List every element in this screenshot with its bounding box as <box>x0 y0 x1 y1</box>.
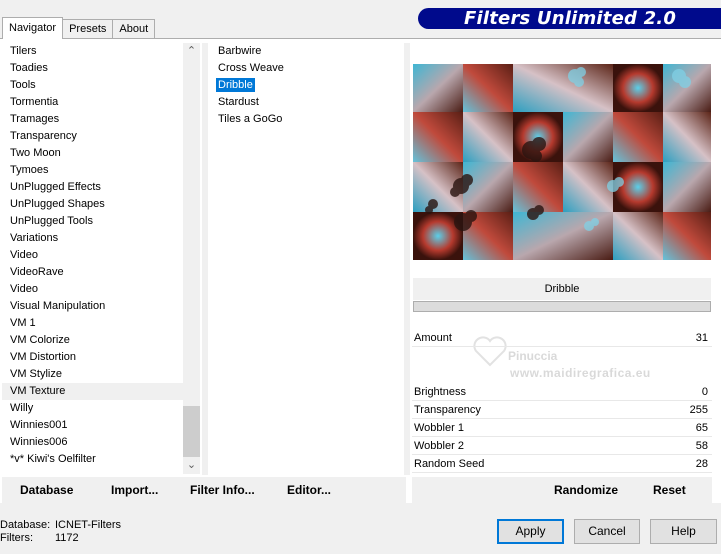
param-amount[interactable]: Amount 31 <box>412 329 712 347</box>
database-label: Database: <box>0 519 51 531</box>
tab-about[interactable]: About <box>112 19 156 39</box>
category-item[interactable]: Winnies006 <box>2 434 184 451</box>
divider <box>202 43 208 475</box>
category-scrollbar[interactable]: ⌃ ⌄ <box>183 43 200 474</box>
category-item[interactable]: *v* Kiwi's Oelfilter <box>2 451 184 468</box>
category-item[interactable]: Tools <box>2 77 184 94</box>
category-item[interactable]: Winnies001 <box>2 417 184 434</box>
filter-name-label: Dribble <box>413 278 711 300</box>
category-item[interactable]: Tormentia <box>2 94 184 111</box>
editor-link[interactable]: Editor... <box>287 483 331 497</box>
title-banner: Filters Unlimited 2.0 <box>418 8 721 29</box>
divider <box>404 43 410 475</box>
filter-list[interactable]: Barbwire Cross Weave Dribble Stardust Ti… <box>210 43 402 475</box>
filter-item[interactable]: Tiles a GoGo <box>210 111 402 128</box>
param-random-seed[interactable]: Random Seed 28 <box>412 455 712 473</box>
param-wobbler-2[interactable]: Wobbler 2 58 <box>412 437 712 455</box>
category-item[interactable]: Tramages <box>2 111 184 128</box>
category-item[interactable]: UnPlugged Shapes <box>2 196 184 213</box>
category-item[interactable]: UnPlugged Tools <box>2 213 184 230</box>
filter-item[interactable]: Barbwire <box>210 43 402 60</box>
category-item[interactable]: VM Colorize <box>2 332 184 349</box>
banner-title: Filters Unlimited 2.0 <box>464 8 677 29</box>
status-info: Database: ICNET-Filters Filters: 1172 <box>0 519 140 545</box>
category-item[interactable]: Toadies <box>2 60 184 77</box>
category-item[interactable]: VM Stylize <box>2 366 184 383</box>
category-item[interactable]: VM Distortion <box>2 349 184 366</box>
category-item[interactable]: Two Moon <box>2 145 184 162</box>
param-wobbler-1[interactable]: Wobbler 1 65 <box>412 419 712 437</box>
param-spacer <box>412 347 712 383</box>
progress-bar <box>413 301 711 312</box>
scroll-thumb[interactable] <box>183 406 200 457</box>
parameter-list: Amount 31 Brightness 0 Transparency 255 … <box>412 329 712 473</box>
parameter-toolbar: Randomize Reset <box>412 477 712 504</box>
reset-link[interactable]: Reset <box>653 483 686 497</box>
randomize-link[interactable]: Randomize <box>554 483 618 497</box>
category-item[interactable]: UnPlugged Effects <box>2 179 184 196</box>
param-brightness[interactable]: Brightness 0 <box>412 383 712 401</box>
category-item[interactable]: Video <box>2 247 184 264</box>
filters-label: Filters: <box>0 532 33 544</box>
category-item[interactable]: Tymoes <box>2 162 184 179</box>
apply-button[interactable]: Apply <box>497 519 564 544</box>
category-item[interactable]: Variations <box>2 230 184 247</box>
tab-navigator[interactable]: Navigator <box>2 17 64 39</box>
tab-presets[interactable]: Presets <box>62 19 114 39</box>
scroll-down-icon[interactable]: ⌄ <box>183 457 200 474</box>
navigator-panel: Tilers Toadies Tools Tormentia Tramages … <box>0 38 721 504</box>
import-link[interactable]: Import... <box>111 483 158 497</box>
category-item[interactable]: Willy <box>2 400 184 417</box>
filter-item-selected[interactable]: Dribble <box>210 77 402 94</box>
filter-item[interactable]: Cross Weave <box>210 60 402 77</box>
cancel-button[interactable]: Cancel <box>574 519 640 544</box>
filters-count: 1172 <box>55 532 79 544</box>
tab-strip: Navigator Presets About <box>2 17 156 39</box>
category-item-selected[interactable]: VM Texture <box>2 383 184 400</box>
category-item[interactable]: Transparency <box>2 128 184 145</box>
category-item[interactable]: VideoRave <box>2 264 184 281</box>
category-list[interactable]: Tilers Toadies Tools Tormentia Tramages … <box>2 43 184 473</box>
help-button[interactable]: Help <box>650 519 717 544</box>
param-transparency[interactable]: Transparency 255 <box>412 401 712 419</box>
category-item[interactable]: VM 1 <box>2 315 184 332</box>
database-link[interactable]: Database <box>20 483 73 497</box>
category-item[interactable]: Tilers <box>2 43 184 60</box>
database-value: ICNET-Filters <box>55 519 121 531</box>
filter-item[interactable]: Stardust <box>210 94 402 111</box>
category-item[interactable]: Video <box>2 281 184 298</box>
preview-image <box>413 64 711 260</box>
scroll-up-icon[interactable]: ⌃ <box>183 43 200 60</box>
category-item[interactable]: Visual Manipulation <box>2 298 184 315</box>
filter-info-link[interactable]: Filter Info... <box>190 483 255 497</box>
navigator-toolbar: Database Import... Filter Info... Editor… <box>2 477 406 504</box>
